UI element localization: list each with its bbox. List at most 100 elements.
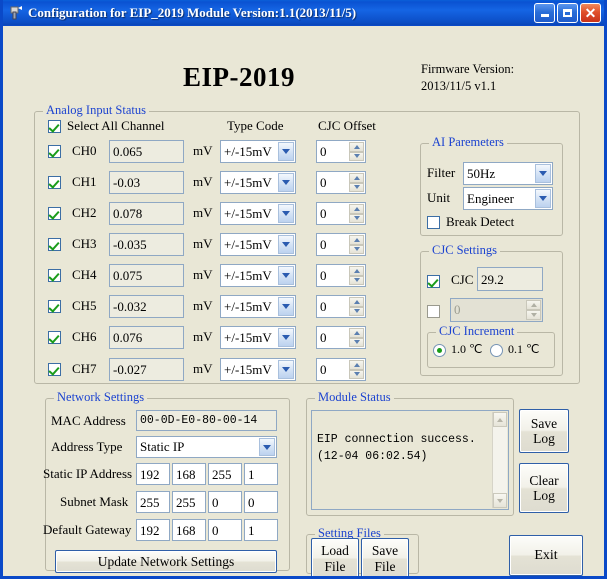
spinner-down-icon[interactable]	[349, 307, 364, 317]
spinner-arrows[interactable]	[349, 328, 364, 347]
cjc-offset-spinner-ch3[interactable]: 0	[316, 233, 366, 256]
chevron-down-icon[interactable]	[278, 297, 294, 316]
type-code-select-ch6[interactable]: +/-15mV	[220, 326, 296, 349]
chevron-down-icon[interactable]	[535, 164, 551, 183]
chevron-down-icon[interactable]	[278, 204, 294, 223]
spinner-arrows[interactable]	[349, 173, 364, 192]
save-log-button[interactable]: Save Log	[519, 409, 569, 453]
subnet-octet-2[interactable]: 255	[172, 491, 206, 513]
spinner-arrows[interactable]	[349, 297, 364, 316]
chevron-down-icon[interactable]	[278, 360, 294, 379]
gateway-octet-1[interactable]: 192	[136, 519, 170, 541]
type-code-select-ch5[interactable]: +/-15mV	[220, 295, 296, 318]
spinner-up-icon[interactable]	[349, 235, 364, 245]
scroll-up-icon[interactable]	[493, 412, 507, 427]
spinner-up-icon[interactable]	[349, 173, 364, 183]
chevron-down-icon[interactable]	[278, 235, 294, 254]
type-code-select-ch3[interactable]: +/-15mV	[220, 233, 296, 256]
channel-checkbox-ch2[interactable]	[48, 207, 61, 220]
chevron-down-icon[interactable]	[278, 173, 294, 192]
cjc-offset-spinner-ch0[interactable]: 0	[316, 140, 366, 163]
maximize-button[interactable]	[557, 3, 578, 23]
chevron-down-icon[interactable]	[535, 189, 551, 208]
channel-checkbox-ch6[interactable]	[48, 331, 61, 344]
chevron-down-icon[interactable]	[278, 266, 294, 285]
cjc-offset-spinner-ch5[interactable]: 0	[316, 295, 366, 318]
channel-checkbox-ch5[interactable]	[48, 300, 61, 313]
spinner-up-icon[interactable]	[349, 297, 364, 307]
cjc-secondary-checkbox[interactable]	[427, 305, 440, 318]
clear-log-button[interactable]: Clear Log	[519, 463, 569, 513]
channel-checkbox-ch7[interactable]	[48, 363, 61, 376]
type-code-select-ch1[interactable]: +/-15mV	[220, 171, 296, 194]
break-detect-checkbox[interactable]	[427, 216, 440, 229]
type-code-select-ch4[interactable]: +/-15mV	[220, 264, 296, 287]
spinner-down-icon[interactable]	[349, 245, 364, 255]
address-type-select[interactable]: Static IP	[136, 436, 277, 458]
gateway-octet-4[interactable]: 1	[244, 519, 278, 541]
spinner-up-icon[interactable]	[349, 266, 364, 276]
mac-address-field: 00-0D-E0-80-00-14	[136, 410, 277, 431]
cjc-value-field: 29.2	[477, 267, 543, 291]
subnet-octet-4[interactable]: 0	[244, 491, 278, 513]
filter-select[interactable]: 50Hz	[463, 162, 553, 185]
spinner-arrows[interactable]	[349, 142, 364, 161]
spinner-arrows[interactable]	[349, 204, 364, 223]
spinner-down-icon[interactable]	[349, 152, 364, 162]
chevron-down-icon[interactable]	[278, 142, 294, 161]
spinner-down-icon[interactable]	[349, 214, 364, 224]
spinner-up-icon[interactable]	[349, 328, 364, 338]
spinner-up-icon[interactable]	[349, 142, 364, 152]
spinner-down-icon[interactable]	[349, 370, 364, 380]
scroll-down-icon[interactable]	[493, 493, 507, 508]
subnet-octet-1[interactable]: 255	[136, 491, 170, 513]
spinner-arrows[interactable]	[349, 266, 364, 285]
type-code-select-ch0[interactable]: +/-15mV	[220, 140, 296, 163]
save-file-button[interactable]: Save File	[361, 538, 409, 579]
close-button[interactable]: ✕	[580, 3, 601, 23]
minimize-button[interactable]	[534, 3, 555, 23]
channel-checkbox-ch4[interactable]	[48, 269, 61, 282]
cjc-increment-radio-2[interactable]	[490, 344, 503, 357]
cjc-checkbox[interactable]	[427, 275, 440, 288]
chevron-down-icon[interactable]	[278, 328, 294, 347]
channel-checkbox-ch3[interactable]	[48, 238, 61, 251]
gateway-octet-2[interactable]: 168	[172, 519, 206, 541]
cjc-offset-spinner-ch2[interactable]: 0	[316, 202, 366, 225]
channel-checkbox-ch0[interactable]	[48, 145, 61, 158]
type-code-value-ch1: +/-15mV	[224, 175, 272, 191]
subnet-octet-3[interactable]: 0	[208, 491, 242, 513]
type-code-value-ch7: +/-15mV	[224, 362, 272, 378]
unit-select[interactable]: Engineer	[463, 187, 553, 210]
cjc-increment-legend: CJC Increment	[436, 324, 517, 339]
cjc-offset-spinner-ch1[interactable]: 0	[316, 171, 366, 194]
filter-value: 50Hz	[467, 166, 495, 182]
static-ip-octet-1[interactable]: 192	[136, 463, 170, 485]
static-ip-octet-3[interactable]: 255	[208, 463, 242, 485]
spinner-down-icon[interactable]	[349, 183, 364, 193]
channel-checkbox-ch1[interactable]	[48, 176, 61, 189]
type-code-select-ch7[interactable]: +/-15mV	[220, 358, 296, 381]
type-code-select-ch2[interactable]: +/-15mV	[220, 202, 296, 225]
log-scrollbar[interactable]	[492, 412, 507, 508]
module-status-log[interactable]: EIP connection success. (12-04 06:02.54)	[311, 410, 509, 510]
select-all-checkbox[interactable]	[48, 120, 61, 133]
static-ip-octet-4[interactable]: 1	[244, 463, 278, 485]
spinner-down-icon[interactable]	[349, 338, 364, 348]
static-ip-octet-2[interactable]: 168	[172, 463, 206, 485]
gateway-octet-3[interactable]: 0	[208, 519, 242, 541]
cjc-increment-radio-1[interactable]	[433, 344, 446, 357]
spinner-up-icon[interactable]	[349, 360, 364, 370]
load-file-button[interactable]: Load File	[311, 538, 359, 579]
spinner-down-icon[interactable]	[349, 276, 364, 286]
cjc-offset-spinner-ch6[interactable]: 0	[316, 326, 366, 349]
update-network-settings-button[interactable]: Update Network Settings	[55, 550, 277, 573]
chevron-down-icon[interactable]	[259, 438, 275, 456]
cjc-offset-spinner-ch7[interactable]: 0	[316, 358, 366, 381]
spinner-up-icon[interactable]	[349, 204, 364, 214]
channel-unit-ch7: mV	[193, 361, 213, 377]
exit-button[interactable]: Exit	[509, 535, 583, 576]
spinner-arrows[interactable]	[349, 235, 364, 254]
spinner-arrows[interactable]	[349, 360, 364, 379]
cjc-offset-spinner-ch4[interactable]: 0	[316, 264, 366, 287]
